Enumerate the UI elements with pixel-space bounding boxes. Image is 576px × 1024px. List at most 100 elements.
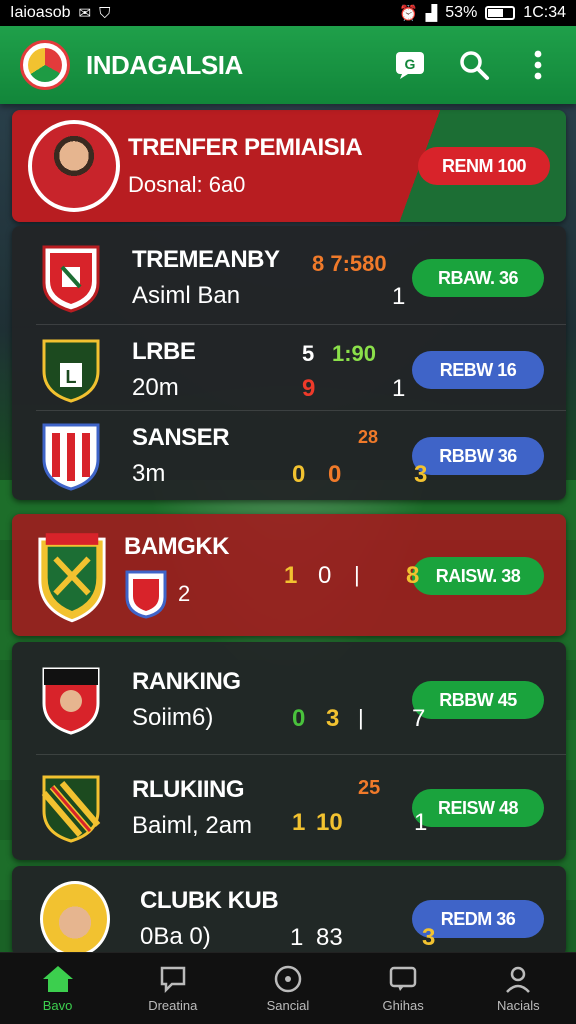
- team-name: CLUBK KUB: [140, 887, 279, 914]
- score-area: 1 10 25 1: [292, 773, 427, 843]
- score-away: 83: [316, 924, 343, 951]
- team-crest-icon: [42, 423, 100, 491]
- featured-card[interactable]: TRENFER PEMIAISIA Dosnal: 6a0 RENM 100: [12, 110, 566, 222]
- team-crest-icon: L: [42, 339, 100, 403]
- score-right: 1: [414, 809, 428, 836]
- score-away: 10: [316, 809, 343, 836]
- alarm-icon: ⏰: [399, 5, 418, 22]
- clock-icon: [274, 965, 302, 993]
- score-home: 0: [292, 461, 306, 488]
- team-subtitle: 0Ba 0): [140, 923, 211, 950]
- team-name: TREMEANBY: [132, 246, 280, 273]
- nav-label: Bavo: [42, 998, 73, 1013]
- score-home: 1: [290, 924, 304, 951]
- app-logo: [20, 40, 70, 90]
- team-name: LRBE: [132, 338, 196, 365]
- nav-label: Nacials: [497, 998, 540, 1013]
- score-area: 1 0 | 8: [284, 546, 419, 606]
- nav-home[interactable]: Bavo: [8, 964, 108, 1013]
- home-icon: [42, 966, 73, 992]
- team-name: RANKING: [132, 668, 241, 695]
- match-row[interactable]: CLUBK KUB 0Ba 0) 1 83 3 REDM 36: [12, 874, 566, 956]
- nav-profile[interactable]: Nacials: [468, 964, 568, 1013]
- rank-button[interactable]: REBW 16: [412, 351, 544, 389]
- clock: 1C:34: [523, 4, 566, 21]
- team-name: BAMGKK: [124, 533, 230, 560]
- nav-messages[interactable]: Ghihas: [353, 964, 453, 1013]
- score-top-left: 5: [302, 341, 315, 366]
- search-button[interactable]: [456, 47, 492, 83]
- battery-icon: [485, 6, 516, 20]
- team-subtitle: 3m: [132, 460, 166, 487]
- score-home: 1: [292, 809, 306, 836]
- featured-subtitle: Dosnal: 6a0: [128, 172, 246, 197]
- score-right: 1: [392, 283, 406, 310]
- score-bottom-left: 9: [302, 375, 316, 402]
- app-bar: INDAGALSIA G: [0, 26, 576, 104]
- score-area: 8 7:580 1: [292, 243, 412, 313]
- score-minute: 28: [358, 427, 379, 447]
- score-away: 3: [326, 705, 340, 732]
- score-top: 8 7:580: [312, 251, 387, 276]
- message-icon: ✉: [78, 5, 92, 22]
- score-home: 0: [292, 705, 306, 732]
- match-row[interactable]: RANKING Soiim6) 0 3 | 7 RBBW 45: [12, 650, 566, 750]
- score-right: 8: [406, 562, 420, 589]
- club-card[interactable]: CLUBK KUB 0Ba 0) 1 83 3 REDM 36: [12, 866, 566, 956]
- nav-label: Ghihas: [382, 998, 424, 1013]
- player-avatar: [40, 881, 110, 956]
- more-button[interactable]: [520, 47, 556, 83]
- match-row[interactable]: TREMEANBY Asiml Ban 8 7:580 1 RBAW. 36: [12, 238, 566, 318]
- team-subtitle: 20m: [132, 374, 179, 401]
- featured-button[interactable]: RENM 100: [418, 147, 550, 185]
- chat-bubble-icon: [160, 966, 186, 994]
- team-name: RLUKIING: [132, 776, 245, 803]
- nav-chat[interactable]: Dreatina: [123, 964, 223, 1013]
- match-group-card: TREMEANBY Asiml Ban 8 7:580 1 RBAW. 36 L…: [12, 226, 566, 500]
- team-crest-icon: [41, 775, 101, 843]
- nav-label: Dreatina: [148, 998, 198, 1013]
- match-row[interactable]: RLUKIING Baiml, 2am 1 10 25 1 REISW 48: [12, 758, 566, 858]
- app-title: INDAGALSIA: [86, 49, 243, 80]
- bottom-navigation: Bavo Dreatina Sancial Ghihas Nacials: [0, 952, 576, 1024]
- svg-text:G: G: [405, 56, 416, 72]
- rank-button[interactable]: REISW 48: [412, 789, 544, 827]
- highlight-card[interactable]: BAMGKK 2 1 0 | 8 RAISW. 38: [12, 514, 566, 636]
- score-away: 0: [318, 562, 332, 589]
- search-icon: [460, 51, 489, 80]
- team-crest-small-icon: [125, 570, 167, 619]
- team-subtitle: Baiml, 2am: [132, 812, 253, 839]
- score-away: 0: [328, 461, 342, 488]
- score-top-right: 1:90: [332, 341, 377, 366]
- battery-percent: 53%: [445, 4, 478, 21]
- match-row[interactable]: L LRBE 20m 5 1:90 9 1 REBW 16: [12, 330, 566, 410]
- match-row[interactable]: BAMGKK 2 1 0 | 8 RAISW. 38: [12, 526, 566, 626]
- rank-button[interactable]: RBBW 36: [412, 437, 544, 475]
- rank-button[interactable]: RBBW 45: [412, 681, 544, 719]
- messages-button[interactable]: G: [392, 47, 428, 83]
- score-area: 0 3 | 7: [292, 665, 425, 735]
- highlight-extra: 2: [178, 581, 191, 606]
- score-separator: |: [358, 705, 364, 730]
- score-area: 0 0 28 3: [292, 421, 427, 491]
- message-icon: [389, 966, 417, 991]
- signal-icon: ▟: [425, 5, 438, 22]
- team-subtitle: Asiml Ban: [132, 282, 241, 309]
- nav-label: Sancial: [266, 998, 310, 1013]
- featured-title: TRENFER PEMIAISIA: [128, 134, 363, 161]
- score-separator: |: [354, 562, 360, 587]
- rank-button[interactable]: RBAW. 36: [412, 259, 544, 297]
- rank-button[interactable]: RAISW. 38: [412, 557, 544, 595]
- svg-text:L: L: [66, 367, 77, 387]
- more-vertical-icon: [534, 50, 542, 80]
- score-area: 1 83 3: [290, 884, 435, 954]
- score-right: 3: [414, 461, 428, 488]
- user-icon: [506, 966, 531, 993]
- match-row[interactable]: SANSER 3m 0 0 28 3 RBBW 36: [12, 416, 566, 496]
- score-minute: 25: [358, 777, 381, 799]
- team-name: SANSER: [132, 424, 230, 451]
- nav-schedule[interactable]: Sancial: [238, 964, 338, 1013]
- ranking-card: RANKING Soiim6) 0 3 | 7 RBBW 45 RLUKIING…: [12, 642, 566, 860]
- carrier-label: Iaioasob: [10, 4, 71, 21]
- player-avatar: [28, 120, 120, 212]
